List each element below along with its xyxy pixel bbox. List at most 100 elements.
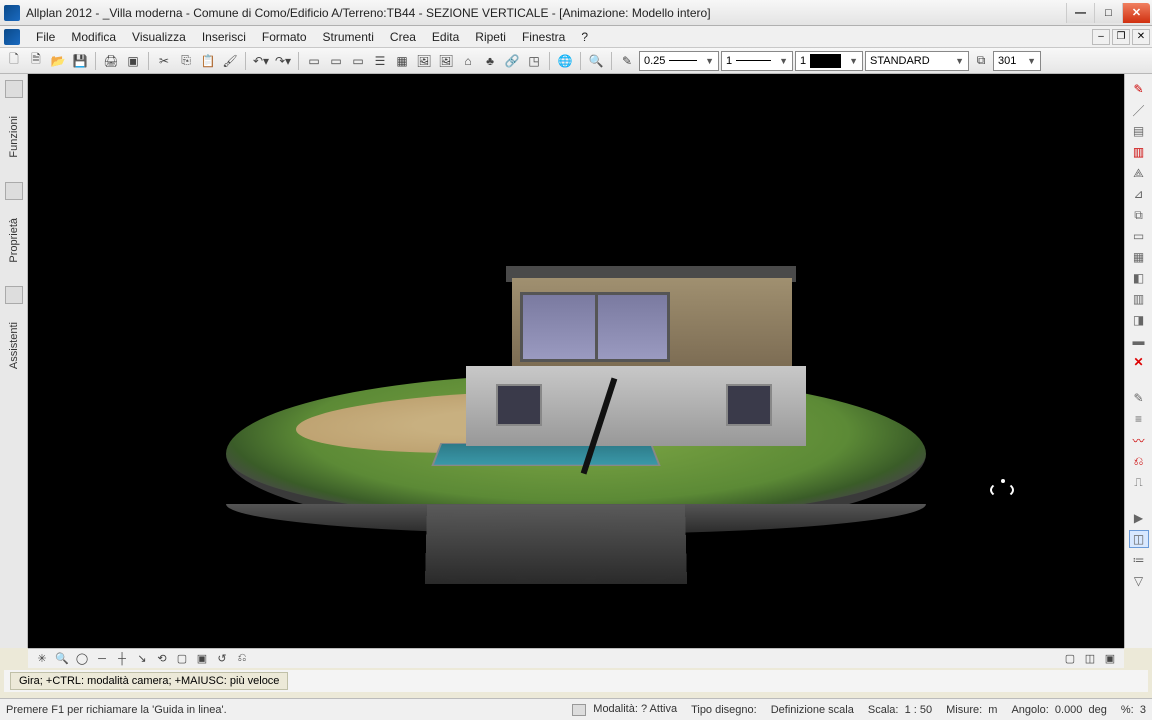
menu-edita[interactable]: Edita	[424, 28, 467, 46]
vp-snap-icon[interactable]: ✳	[34, 651, 50, 667]
print-preview-icon[interactable]: ▣	[123, 51, 143, 71]
dim2-icon[interactable]: ▭	[326, 51, 346, 71]
undo-icon[interactable]: ↶▾	[251, 51, 271, 71]
menu-inserisci[interactable]: Inserisci	[194, 28, 254, 46]
tool-join-icon[interactable]: ⎍	[1129, 473, 1149, 491]
properties-tab[interactable]: Proprietà	[6, 212, 22, 269]
menu-modifica[interactable]: Modifica	[63, 28, 124, 46]
tool-hatch2-icon[interactable]: ▥	[1129, 143, 1149, 161]
new-doc-icon[interactable]: 🗋	[4, 51, 24, 71]
vp-rotate-icon[interactable]: ⟲	[154, 651, 170, 667]
units-field[interactable]: Misure: m	[946, 704, 997, 716]
tool-copy-icon[interactable]: ⧉	[1129, 206, 1149, 224]
pct-field[interactable]: %: 3	[1121, 704, 1146, 716]
dim-icon[interactable]: ▭	[304, 51, 324, 71]
house-icon[interactable]: ⌂	[458, 51, 478, 71]
tool-split-icon[interactable]: ⎌	[1129, 452, 1149, 470]
tool-active-icon[interactable]: ◫	[1129, 530, 1149, 548]
open-folder-icon[interactable]: 📂	[48, 51, 68, 71]
layer-id-combo[interactable]: 301 ▼	[993, 51, 1041, 71]
globe-icon[interactable]: 🌐	[555, 51, 575, 71]
tool-hatch-icon[interactable]: ▤	[1129, 122, 1149, 140]
angle-field[interactable]: Angolo: 0.000 deg	[1011, 704, 1106, 716]
close-button[interactable]: ✕	[1122, 3, 1150, 23]
pen-combo[interactable]: 1 ▼	[795, 51, 863, 71]
vp-plus-icon[interactable]: ┼	[114, 651, 130, 667]
tool-box4-icon[interactable]: ▬	[1129, 332, 1149, 350]
drawing-type-field[interactable]: Tipo disegno:	[691, 704, 757, 716]
functions-tab[interactable]: Funzioni	[6, 110, 22, 164]
pen-icon[interactable]: ✎	[617, 51, 637, 71]
tool-wave-icon[interactable]: 〰	[1129, 431, 1149, 449]
link-icon[interactable]: 🔗	[502, 51, 522, 71]
mode-field[interactable]: Modalità: ? Attiva	[572, 703, 677, 715]
tool-mirror2-icon[interactable]: ⊿	[1129, 185, 1149, 203]
vp-zoom-icon[interactable]: 🔍	[54, 651, 70, 667]
functions-tab-icon[interactable]	[5, 80, 23, 98]
maximize-button[interactable]: □	[1094, 3, 1122, 23]
save-icon[interactable]: 💾	[70, 51, 90, 71]
vp-right2-icon[interactable]: ◫	[1082, 651, 1098, 667]
tool-box3-icon[interactable]: ◨	[1129, 311, 1149, 329]
menu-strumenti[interactable]: Strumenti	[315, 28, 382, 46]
tool-delete-icon[interactable]: ✕	[1129, 353, 1149, 371]
vp-view-icon[interactable]: ▢	[174, 651, 190, 667]
tool-mirror-icon[interactable]: ⟁	[1129, 164, 1149, 182]
dim3-icon[interactable]: ▭	[348, 51, 368, 71]
tool-line-icon[interactable]: ／	[1129, 101, 1149, 119]
open-doc-icon[interactable]: 🗎	[26, 51, 46, 71]
layer-icon[interactable]: ⧉	[971, 51, 991, 71]
format-paint-icon[interactable]: 🖌	[220, 51, 240, 71]
tool-options-icon[interactable]: ≔	[1129, 551, 1149, 569]
tool-filter-icon[interactable]: ▽	[1129, 572, 1149, 590]
redo-icon[interactable]: ↷▾	[273, 51, 293, 71]
tree-icon[interactable]: ♣	[480, 51, 500, 71]
vp-right3-icon[interactable]: ▣	[1102, 651, 1118, 667]
cut-icon[interactable]: ✂	[154, 51, 174, 71]
menu-help[interactable]: ?	[573, 28, 596, 46]
vp-arrow-icon[interactable]: ↘	[134, 651, 150, 667]
cube-icon[interactable]: ◳	[524, 51, 544, 71]
tool-pen2-icon[interactable]: ✎	[1129, 389, 1149, 407]
menu-visualizza[interactable]: Visualizza	[124, 28, 194, 46]
mdi-close[interactable]: ✕	[1132, 29, 1150, 45]
paste-icon[interactable]: 📋	[198, 51, 218, 71]
mdi-minimize[interactable]: –	[1092, 29, 1110, 45]
table-icon[interactable]: ▦	[392, 51, 412, 71]
vp-right1-icon[interactable]: ▢	[1062, 651, 1078, 667]
assistants-tab-icon[interactable]	[5, 286, 23, 304]
vp-pan-icon[interactable]: ◯	[74, 651, 90, 667]
scale-field[interactable]: Scala: 1 : 50	[868, 704, 932, 716]
print-icon[interactable]: 🖨	[101, 51, 121, 71]
vp-view2-icon[interactable]: ▣	[194, 651, 210, 667]
menu-finestra[interactable]: Finestra	[514, 28, 573, 46]
vp-undo-icon[interactable]: ⎌	[234, 651, 250, 667]
menu-ripeti[interactable]: Ripeti	[467, 28, 514, 46]
copy-icon[interactable]: ⎘	[176, 51, 196, 71]
layer-combo[interactable]: STANDARD ▼	[865, 51, 969, 71]
tool-select-icon[interactable]: ▶	[1129, 509, 1149, 527]
tool-grid-icon[interactable]: ▦	[1129, 248, 1149, 266]
animation-viewport[interactable]	[28, 74, 1124, 648]
vp-cross-icon[interactable]: ─	[94, 651, 110, 667]
assistants-tab[interactable]: Assistenti	[6, 316, 22, 375]
tool-box-icon[interactable]: ◧	[1129, 269, 1149, 287]
tool-rect-icon[interactable]: ▭	[1129, 227, 1149, 245]
tool-edit-icon[interactable]: ✎	[1129, 80, 1149, 98]
menu-file[interactable]: File	[28, 28, 63, 46]
tool-lines-icon[interactable]: ≡	[1129, 410, 1149, 428]
line-weight-combo[interactable]: 0.25 ▼	[639, 51, 719, 71]
img-icon[interactable]: 🖼	[414, 51, 434, 71]
list-icon[interactable]: ☰	[370, 51, 390, 71]
img2-icon[interactable]: 🖼	[436, 51, 456, 71]
vp-refresh-icon[interactable]: ↺	[214, 651, 230, 667]
line-type-combo[interactable]: 1 ▼	[721, 51, 793, 71]
menu-formato[interactable]: Formato	[254, 28, 315, 46]
tool-box2-icon[interactable]: ▥	[1129, 290, 1149, 308]
properties-tab-icon[interactable]	[5, 182, 23, 200]
menu-crea[interactable]: Crea	[382, 28, 424, 46]
scale-def[interactable]: Definizione scala	[771, 704, 854, 716]
doc-icon[interactable]	[4, 29, 20, 45]
zoom-icon[interactable]: 🔍	[586, 51, 606, 71]
minimize-button[interactable]: —	[1066, 3, 1094, 23]
